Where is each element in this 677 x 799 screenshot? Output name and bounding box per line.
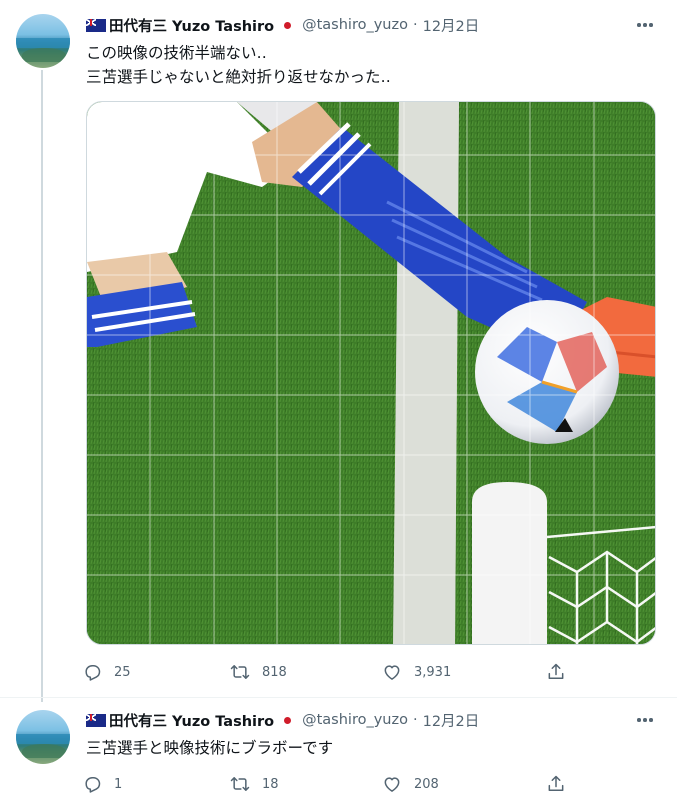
reply-count: 25	[114, 664, 131, 680]
soccer-photo	[87, 102, 655, 644]
like-button[interactable]: 3,931	[382, 660, 451, 684]
reply-button[interactable]: 25	[82, 660, 131, 684]
tweet-text-line: この映像の技術半端ない‥	[86, 44, 267, 62]
heart-icon	[384, 777, 400, 792]
more-icon[interactable]	[635, 710, 655, 730]
tweet-actions: 1 18 208	[82, 772, 582, 796]
user-handle[interactable]: @tashiro_yuzo	[302, 17, 408, 33]
tweet-text-line: 三苫選手と映像技術にブラボーです	[86, 739, 334, 757]
japan-flag-icon	[281, 19, 294, 32]
reply-count: 1	[114, 776, 123, 792]
tweet-header: 田代有三 Yuzo Tashiro @tashiro_yuzo · 12月2日	[86, 709, 479, 731]
avatar[interactable]	[16, 14, 70, 68]
display-name[interactable]: 田代有三 Yuzo Tashiro	[109, 15, 274, 36]
tweet-media-image[interactable]	[86, 101, 656, 645]
user-handle[interactable]: @tashiro_yuzo	[302, 712, 408, 728]
more-icon[interactable]	[635, 15, 655, 35]
retweet-count: 18	[262, 776, 279, 792]
retweet-icon	[230, 665, 250, 679]
share-icon	[548, 775, 564, 791]
share-button[interactable]	[546, 660, 578, 684]
reply-icon	[85, 777, 101, 793]
tweet-date[interactable]: 12月2日	[423, 710, 480, 731]
separator-dot: ·	[412, 17, 418, 33]
retweet-count: 818	[262, 664, 287, 680]
japan-flag-icon	[281, 714, 294, 727]
share-icon	[548, 663, 564, 679]
avatar[interactable]	[16, 710, 70, 764]
australia-flag-icon	[86, 713, 106, 727]
reply-icon	[85, 665, 101, 681]
tweet-date[interactable]: 12月2日	[423, 15, 480, 36]
like-button[interactable]: 208	[382, 772, 439, 796]
tweet-header: 田代有三 Yuzo Tashiro @tashiro_yuzo · 12月2日	[86, 14, 479, 36]
reply-button[interactable]: 1	[82, 772, 122, 796]
tweet[interactable]: 田代有三 Yuzo Tashiro @tashiro_yuzo · 12月2日 …	[0, 697, 677, 799]
tweet-text-line: 三苫選手じゃないと絶対折り返せなかった‥	[86, 68, 391, 86]
retweet-button[interactable]: 18	[230, 772, 279, 796]
like-count: 3,931	[414, 664, 452, 680]
heart-icon	[384, 665, 400, 680]
like-count: 208	[414, 776, 439, 792]
tweet-actions: 25 818 3,931	[82, 660, 582, 684]
tweet[interactable]: 田代有三 Yuzo Tashiro @tashiro_yuzo · 12月2日 …	[0, 0, 677, 697]
retweet-icon	[230, 777, 250, 791]
separator-dot: ·	[412, 712, 418, 728]
share-button[interactable]	[546, 772, 578, 796]
australia-flag-icon	[86, 18, 106, 32]
retweet-button[interactable]: 818	[230, 660, 287, 684]
display-name[interactable]: 田代有三 Yuzo Tashiro	[109, 710, 274, 731]
